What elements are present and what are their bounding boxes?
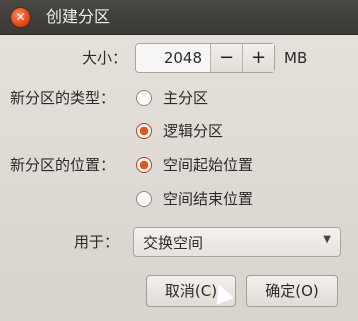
window-title: 创建分区: [46, 7, 111, 26]
increment-button[interactable]: +: [242, 44, 274, 72]
size-unit: MB: [284, 49, 308, 67]
partition-location-label: 新分区的位置：: [10, 156, 116, 174]
partition-type-label: 新分区的类型：: [10, 89, 116, 107]
size-spinbox[interactable]: 2048 − +: [135, 43, 275, 73]
size-value[interactable]: 2048: [136, 44, 210, 72]
title-bar: ✕ 创建分区: [0, 0, 358, 35]
radio-end[interactable]: [136, 191, 152, 207]
radio-primary[interactable]: [136, 90, 152, 106]
use-as-dropdown[interactable]: 交换空间 ▼: [133, 227, 341, 257]
chevron-down-icon: ▼: [323, 234, 331, 245]
radio-logical[interactable]: [136, 123, 152, 139]
size-label: 大小：: [82, 49, 128, 67]
ok-button[interactable]: 确定(O): [246, 275, 338, 307]
use-as-label: 用于：: [74, 233, 120, 251]
logical-partition-label[interactable]: 逻辑分区: [163, 121, 223, 141]
use-as-selected: 交换空间: [143, 234, 204, 252]
beginning-location-label[interactable]: 空间起始位置: [163, 155, 253, 175]
primary-partition-label[interactable]: 主分区: [163, 88, 208, 108]
close-icon[interactable]: ✕: [11, 8, 30, 27]
radio-beginning[interactable]: [136, 157, 152, 173]
end-location-label[interactable]: 空间结束位置: [163, 189, 253, 209]
decrement-button[interactable]: −: [210, 44, 242, 72]
